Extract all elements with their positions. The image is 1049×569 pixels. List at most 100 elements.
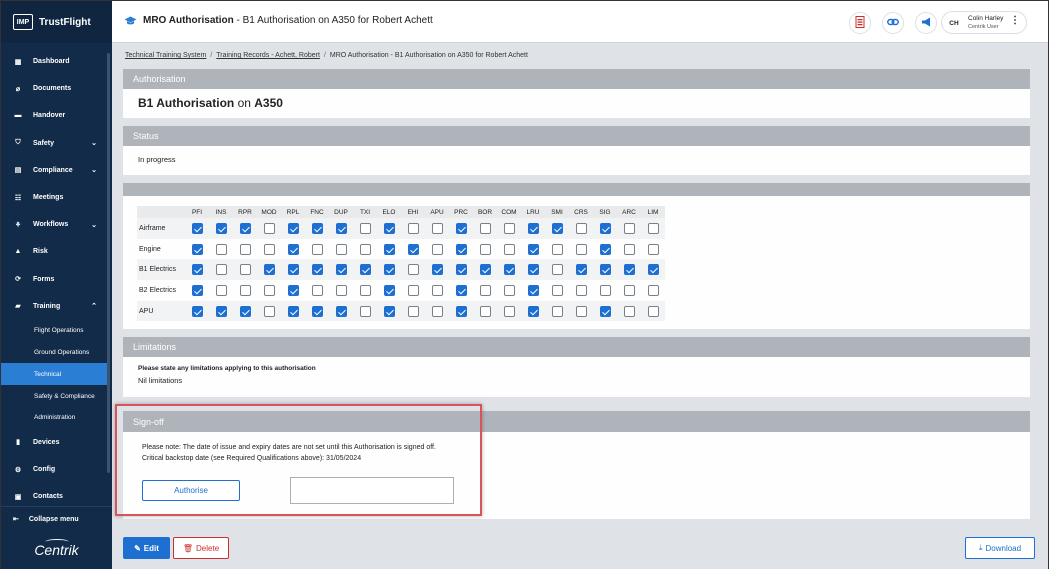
checkbox-pfi[interactable] [191,264,203,276]
user-menu[interactable]: CH Colin Harley Centrik User ⋮ [941,11,1027,34]
checkbox-rpl[interactable] [287,243,299,255]
checkbox-fnc[interactable] [311,222,323,234]
sidebar-item-meetings[interactable]: ☷ Meetings [1,184,107,211]
sidebar-item-workflows[interactable]: ⚘ Workflows ⌄ [1,211,107,238]
checkbox-rpl[interactable] [287,305,299,317]
sidebar-subitem-administration[interactable]: Administration [1,407,107,429]
sidebar-item-safety[interactable]: ⛉ Safety ⌄ [1,130,107,157]
checkbox-arc[interactable] [623,264,635,276]
checkbox-lim[interactable] [647,243,659,255]
checkbox-prc[interactable] [455,222,467,234]
checkbox-smi[interactable] [551,305,563,317]
checkbox-rpl[interactable] [287,264,299,276]
checkbox-arc[interactable] [623,222,635,234]
checkbox-lru[interactable] [527,222,539,234]
checkbox-elo[interactable] [383,305,395,317]
checkbox-elo[interactable] [383,284,395,296]
sidebar-subitem-safety-compliance[interactable]: Safety & Compliance [1,385,107,407]
checkbox-ehi[interactable] [407,305,419,317]
checkbox-sig[interactable] [599,284,611,296]
checkbox-sig[interactable] [599,222,611,234]
checkbox-lim[interactable] [647,222,659,234]
checkbox-apu[interactable] [431,222,443,234]
sidebar-item-handover[interactable]: ▬ Handover [1,102,107,129]
checkbox-lru[interactable] [527,243,539,255]
checkbox-crs[interactable] [575,264,587,276]
checkbox-crs[interactable] [575,222,587,234]
sidebar-subitem-technical[interactable]: Technical [1,363,107,386]
delete-button[interactable]: 🗑 Delete [173,537,229,559]
checkbox-smi[interactable] [551,284,563,296]
sidebar-item-dashboard[interactable]: ▦ Dashboard [1,48,107,75]
checkbox-dup[interactable] [335,264,347,276]
checkbox-com[interactable] [503,222,515,234]
checkbox-elo[interactable] [383,264,395,276]
checkbox-rpr[interactable] [239,305,251,317]
checkbox-sig[interactable] [599,305,611,317]
collapse-menu-button[interactable]: ⇤ Collapse menu [1,506,112,531]
checkbox-rpr[interactable] [239,264,251,276]
checkbox-apu[interactable] [431,264,443,276]
checkbox-elo[interactable] [383,243,395,255]
sidebar-item-devices[interactable]: ▮ Devices [1,429,107,456]
breadcrumb-link[interactable]: Training Records - Achett, Robert [216,52,320,59]
checkbox-txi[interactable] [359,284,371,296]
checkbox-com[interactable] [503,243,515,255]
sidebar-item-documents[interactable]: ⌀ Documents [1,75,107,102]
checkbox-sig[interactable] [599,264,611,276]
link-button[interactable] [882,12,904,34]
sidebar-scrollbar[interactable] [107,53,110,473]
checkbox-ins[interactable] [215,284,227,296]
checkbox-lru[interactable] [527,264,539,276]
checkbox-dup[interactable] [335,222,347,234]
checkbox-mod[interactable] [263,243,275,255]
checkbox-crs[interactable] [575,284,587,296]
checkbox-elo[interactable] [383,222,395,234]
sidebar-subitem-flight-operations[interactable]: Flight Operations [1,320,107,342]
checkbox-com[interactable] [503,284,515,296]
checkbox-ins[interactable] [215,243,227,255]
checkbox-apu[interactable] [431,305,443,317]
checkbox-rpr[interactable] [239,284,251,296]
checkbox-sig[interactable] [599,243,611,255]
checkbox-rpl[interactable] [287,222,299,234]
sidebar-item-config[interactable]: ⚙ Config [1,456,107,483]
sidebar-item-risk[interactable]: ▲ Risk [1,238,107,265]
checkbox-txi[interactable] [359,264,371,276]
checkbox-ehi[interactable] [407,222,419,234]
report-button[interactable] [849,12,871,34]
chevron-icon[interactable]: ⌄ [91,221,97,229]
checkbox-fnc[interactable] [311,305,323,317]
checkbox-mod[interactable] [263,284,275,296]
checkbox-smi[interactable] [551,264,563,276]
checkbox-bor[interactable] [479,222,491,234]
checkbox-apu[interactable] [431,284,443,296]
checkbox-prc[interactable] [455,243,467,255]
checkbox-com[interactable] [503,264,515,276]
brand[interactable]: IMP TrustFlight [1,1,112,43]
checkbox-pfi[interactable] [191,222,203,234]
checkbox-lim[interactable] [647,264,659,276]
checkbox-mod[interactable] [263,264,275,276]
chevron-icon[interactable]: ⌄ [91,166,97,174]
download-button[interactable]: ⤓ Download [965,537,1035,559]
checkbox-ins[interactable] [215,222,227,234]
announcement-button[interactable] [915,12,937,34]
checkbox-bor[interactable] [479,305,491,317]
checkbox-txi[interactable] [359,243,371,255]
checkbox-arc[interactable] [623,305,635,317]
checkbox-prc[interactable] [455,305,467,317]
edit-button[interactable]: ✎ Edit [123,537,170,559]
checkbox-rpr[interactable] [239,243,251,255]
breadcrumb-link[interactable]: Technical Training System [125,52,206,59]
checkbox-pfi[interactable] [191,305,203,317]
checkbox-rpl[interactable] [287,284,299,296]
checkbox-fnc[interactable] [311,243,323,255]
checkbox-prc[interactable] [455,284,467,296]
checkbox-smi[interactable] [551,243,563,255]
chevron-icon[interactable]: ⌄ [91,139,97,147]
checkbox-mod[interactable] [263,305,275,317]
sidebar-item-training[interactable]: ▰ Training ⌃ [1,293,107,320]
checkbox-pfi[interactable] [191,243,203,255]
checkbox-com[interactable] [503,305,515,317]
